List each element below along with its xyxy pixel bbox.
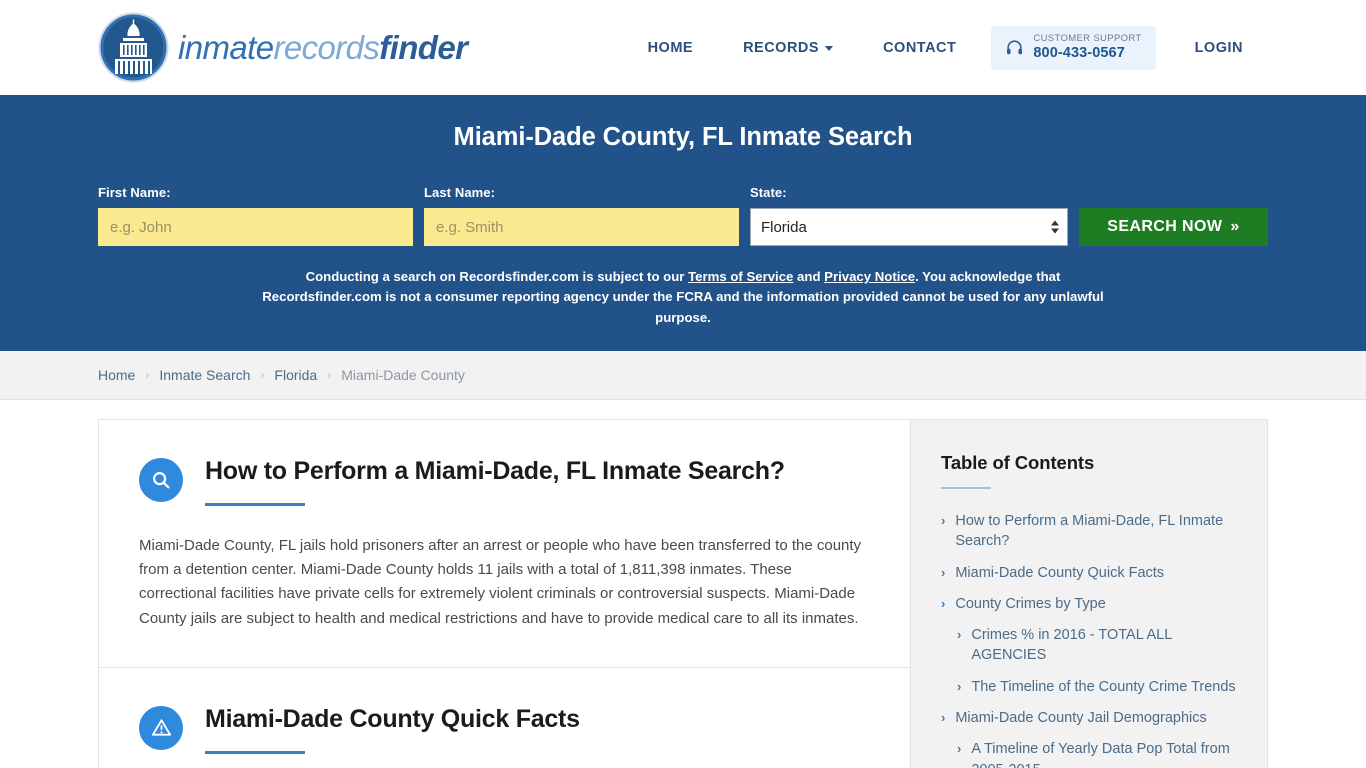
table-of-contents: Table of Contents › How to Perform a Mia…	[910, 419, 1268, 768]
toc-item-quick-facts[interactable]: › Miami-Dade County Quick Facts	[941, 563, 1237, 583]
logo-word-records: records	[273, 29, 380, 66]
first-name-field-group: First Name:	[98, 185, 413, 246]
chevron-right-icon: ›	[957, 678, 962, 694]
toc-item-timeline-pop-total[interactable]: › A Timeline of Yearly Data Pop Total fr…	[941, 739, 1237, 768]
breadcrumb-separator-icon: ›	[327, 368, 332, 382]
state-field-group: State: Florida	[749, 185, 1068, 246]
toc-link[interactable]: County Crimes by Type	[955, 594, 1105, 614]
toc-item-how-to-perform[interactable]: › How to Perform a Miami-Dade, FL Inmate…	[941, 511, 1237, 552]
chevron-right-icon: ›	[941, 564, 946, 580]
logo-wordmark: inmaterecordsfinder	[178, 29, 468, 66]
support-label: CUSTOMER SUPPORT	[1033, 32, 1142, 44]
breadcrumb-item-florida[interactable]: Florida	[274, 367, 317, 383]
state-select[interactable]: Florida	[749, 208, 1068, 246]
toc-link[interactable]: A Timeline of Yearly Data Pop Total from…	[971, 739, 1237, 768]
nav-label-contact: CONTACT	[883, 39, 957, 56]
main-navigation: HOME RECORDS CONTACT CUSTOMER SUPPORT 80…	[623, 25, 1268, 70]
breadcrumb: Home › Inmate Search › Florida › Miami-D…	[98, 367, 465, 383]
title-underline	[205, 502, 305, 506]
toc-item-crimes-percent-2016[interactable]: › Crimes % in 2016 - TOTAL ALL AGENCIES	[941, 625, 1237, 666]
terms-of-service-link[interactable]: Terms of Service	[688, 269, 793, 284]
logo-word-inmate: inmate	[178, 29, 274, 66]
section-body-text: Miami-Dade County, FL jails hold prisone…	[139, 536, 862, 627]
search-now-label: SEARCH NOW	[1107, 218, 1223, 235]
logo-word-finder: finder	[379, 29, 468, 66]
privacy-notice-link[interactable]: Privacy Notice	[824, 269, 915, 284]
section-quick-facts: Miami-Dade County Quick Facts	[99, 666, 910, 764]
disclaimer-part-1: Conducting a search on Recordsfinder.com…	[305, 269, 689, 284]
last-name-field-group: Last Name:	[423, 185, 739, 246]
logo[interactable]: inmaterecordsfinder	[98, 12, 468, 83]
nav-label-login: LOGIN	[1194, 39, 1243, 56]
toc-link[interactable]: Crimes % in 2016 - TOTAL ALL AGENCIES	[971, 625, 1237, 666]
state-label: State:	[749, 185, 787, 200]
toc-underline	[941, 487, 991, 489]
chevron-right-icon: ›	[957, 627, 962, 643]
toc-title: Table of Contents	[941, 452, 1095, 473]
magnifier-icon	[139, 458, 183, 502]
double-chevron-right-icon: »	[1230, 218, 1240, 235]
title-underline	[205, 750, 305, 754]
site-header: inmaterecordsfinder HOME RECORDS CONTACT…	[0, 0, 1366, 95]
breadcrumb-separator-icon: ›	[260, 368, 265, 382]
nav-item-contact[interactable]: CONTACT	[858, 40, 981, 56]
toc-item-county-crimes-by-type[interactable]: › County Crimes by Type	[941, 594, 1237, 614]
capitol-dome-logo-icon	[98, 12, 169, 83]
toc-link[interactable]: The Timeline of the County Crime Trends	[971, 677, 1235, 697]
support-phone: 800-433-0567	[1033, 44, 1125, 61]
nav-item-login[interactable]: LOGIN	[1170, 40, 1268, 56]
toc-list: › How to Perform a Miami-Dade, FL Inmate…	[941, 511, 1237, 768]
nav-item-records[interactable]: RECORDS	[718, 40, 858, 56]
toc-link[interactable]: How to Perform a Miami-Dade, FL Inmate S…	[955, 511, 1237, 552]
chevron-right-icon: ›	[957, 741, 962, 757]
nav-label-home: HOME	[647, 39, 694, 56]
toc-item-timeline-crime-trends[interactable]: › The Timeline of the County Crime Trend…	[941, 677, 1237, 697]
hero-search-section: Miami-Dade County, FL Inmate Search Firs…	[0, 95, 1366, 351]
search-now-button[interactable]: SEARCH NOW »	[1078, 208, 1268, 246]
main-content: How to Perform a Miami-Dade, FL Inmate S…	[98, 419, 910, 768]
breadcrumb-item-current: Miami-Dade County	[341, 367, 465, 383]
toc-item-jail-demographics[interactable]: › Miami-Dade County Jail Demographics	[941, 708, 1237, 728]
chevron-right-icon: ›	[941, 710, 946, 726]
inmate-search-form: First Name: Last Name: State: Florida SE…	[98, 185, 1268, 246]
first-name-label: First Name:	[98, 185, 171, 200]
nav-label-records: RECORDS	[743, 39, 820, 56]
nav-item-home[interactable]: HOME	[623, 40, 719, 56]
breadcrumb-bar: Home › Inmate Search › Florida › Miami-D…	[0, 351, 1366, 400]
warning-triangle-icon	[139, 705, 183, 750]
breadcrumb-separator-icon: ›	[145, 368, 150, 382]
toc-link[interactable]: Miami-Dade County Quick Facts	[955, 563, 1164, 583]
page-title: Miami-Dade County, FL Inmate Search	[453, 123, 913, 151]
last-name-input[interactable]	[423, 208, 739, 246]
last-name-label: Last Name:	[423, 185, 496, 200]
headset-icon	[1005, 38, 1024, 57]
page-body: How to Perform a Miami-Dade, FL Inmate S…	[0, 400, 1366, 768]
customer-support-box[interactable]: CUSTOMER SUPPORT 800-433-0567	[991, 25, 1156, 70]
chevron-down-icon	[825, 46, 834, 51]
toc-link[interactable]: Miami-Dade County Jail Demographics	[955, 708, 1206, 728]
section-title: How to Perform a Miami-Dade, FL Inmate S…	[205, 457, 785, 485]
breadcrumb-item-home[interactable]: Home	[98, 367, 135, 383]
breadcrumb-item-inmate-search[interactable]: Inmate Search	[159, 367, 250, 383]
section-how-to-perform-search: How to Perform a Miami-Dade, FL Inmate S…	[99, 420, 910, 667]
search-disclaimer: Conducting a search on Recordsfinder.com…	[98, 267, 1268, 328]
chevron-right-icon: ›	[941, 513, 946, 528]
section-title: Miami-Dade County Quick Facts	[205, 704, 580, 733]
chevron-right-icon: ›	[941, 595, 946, 611]
first-name-input[interactable]	[98, 208, 413, 246]
disclaimer-part-2: and	[793, 269, 825, 284]
